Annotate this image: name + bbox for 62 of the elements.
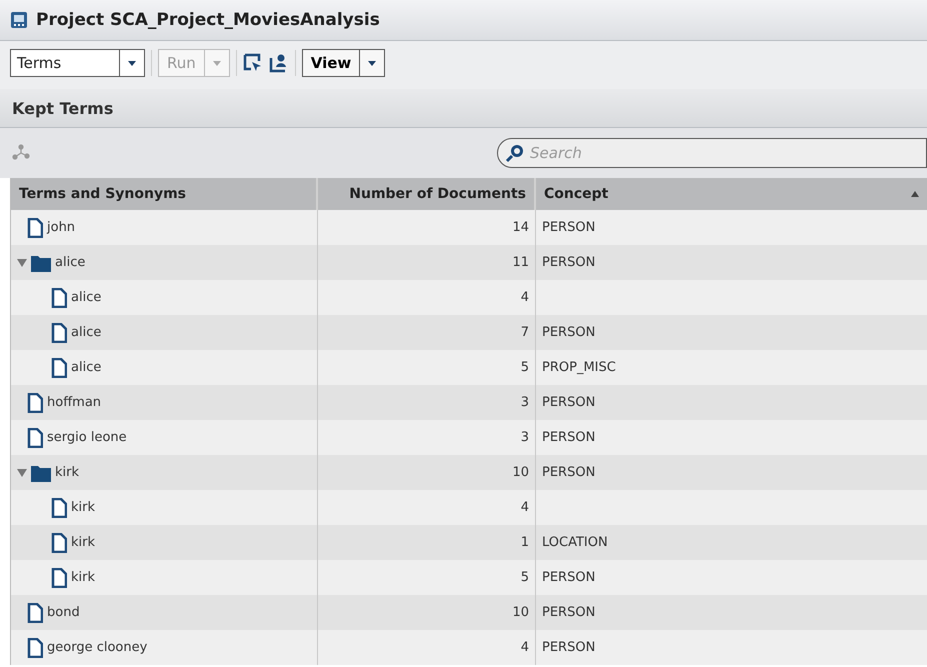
- concept-cell: PERSON: [542, 325, 596, 340]
- document-icon: [51, 498, 67, 518]
- document-icon: [27, 602, 43, 622]
- term-cell: kirk: [71, 570, 96, 585]
- concept-cell: PERSON: [542, 255, 596, 270]
- term-cell: john: [47, 220, 76, 235]
- term-cell: kirk: [55, 465, 80, 480]
- search-icon: [505, 143, 525, 163]
- documents-cell: 7: [520, 325, 529, 340]
- documents-cell: 11: [512, 255, 529, 270]
- concept-cell: PERSON: [542, 605, 596, 620]
- documents-cell: 3: [520, 395, 529, 410]
- term-cell: hoffman: [47, 395, 102, 410]
- term-cell: alice: [55, 255, 86, 270]
- documents-cell: 10: [512, 465, 529, 480]
- term-cell: sergio leone: [47, 430, 127, 445]
- concept-cell: PERSON: [542, 570, 596, 585]
- term-cell: alice: [71, 325, 102, 340]
- concept-cell: PERSON: [542, 640, 596, 655]
- documents-cell: 4: [520, 640, 529, 655]
- concept-cell: LOCATION: [542, 535, 608, 550]
- person-tool-icon[interactable]: [268, 53, 289, 73]
- concept-cell: PERSON: [542, 220, 596, 235]
- view-button[interactable]: View: [302, 49, 386, 77]
- concept-cell: PROP_MISC: [542, 360, 616, 375]
- folder-icon: [31, 254, 51, 272]
- documents-cell: 4: [520, 290, 529, 305]
- documents-cell: 3: [520, 430, 529, 445]
- project-icon: [10, 11, 28, 29]
- network-icon[interactable]: [12, 144, 30, 162]
- term-cell: kirk: [71, 500, 96, 515]
- select-tool-icon[interactable]: [242, 53, 263, 73]
- term-cell: bond: [47, 605, 80, 620]
- documents-cell: 10: [512, 605, 529, 620]
- document-icon: [51, 568, 67, 588]
- column-header[interactable]: Concept: [536, 178, 927, 210]
- documents-cell: 4: [520, 500, 529, 515]
- document-icon: [27, 218, 43, 238]
- panel-title: Kept Terms: [12, 98, 114, 118]
- documents-cell: 14: [512, 220, 529, 235]
- term-cell: alice: [71, 290, 102, 305]
- documents-cell: 1: [520, 535, 529, 550]
- document-icon: [27, 638, 43, 658]
- term-cell: alice: [71, 360, 102, 375]
- document-icon: [27, 428, 43, 448]
- window-title: Project SCA_Project_MoviesAnalysis: [36, 10, 380, 30]
- search-field[interactable]: Search: [497, 138, 927, 168]
- document-icon: [51, 358, 67, 378]
- concept-cell: PERSON: [542, 395, 596, 410]
- documents-cell: 5: [520, 570, 529, 585]
- concept-cell: PERSON: [542, 430, 596, 445]
- folder-icon: [31, 464, 51, 482]
- sort-icon: [911, 191, 919, 197]
- concept-cell: PERSON: [542, 465, 596, 480]
- term-cell: george clooney: [47, 640, 148, 655]
- documents-cell: 5: [520, 360, 529, 375]
- document-icon: [51, 532, 67, 552]
- view-select[interactable]: Terms: [10, 49, 145, 77]
- document-icon: [27, 392, 43, 412]
- document-icon: [51, 288, 67, 308]
- document-icon: [51, 322, 67, 342]
- term-cell: kirk: [71, 535, 96, 550]
